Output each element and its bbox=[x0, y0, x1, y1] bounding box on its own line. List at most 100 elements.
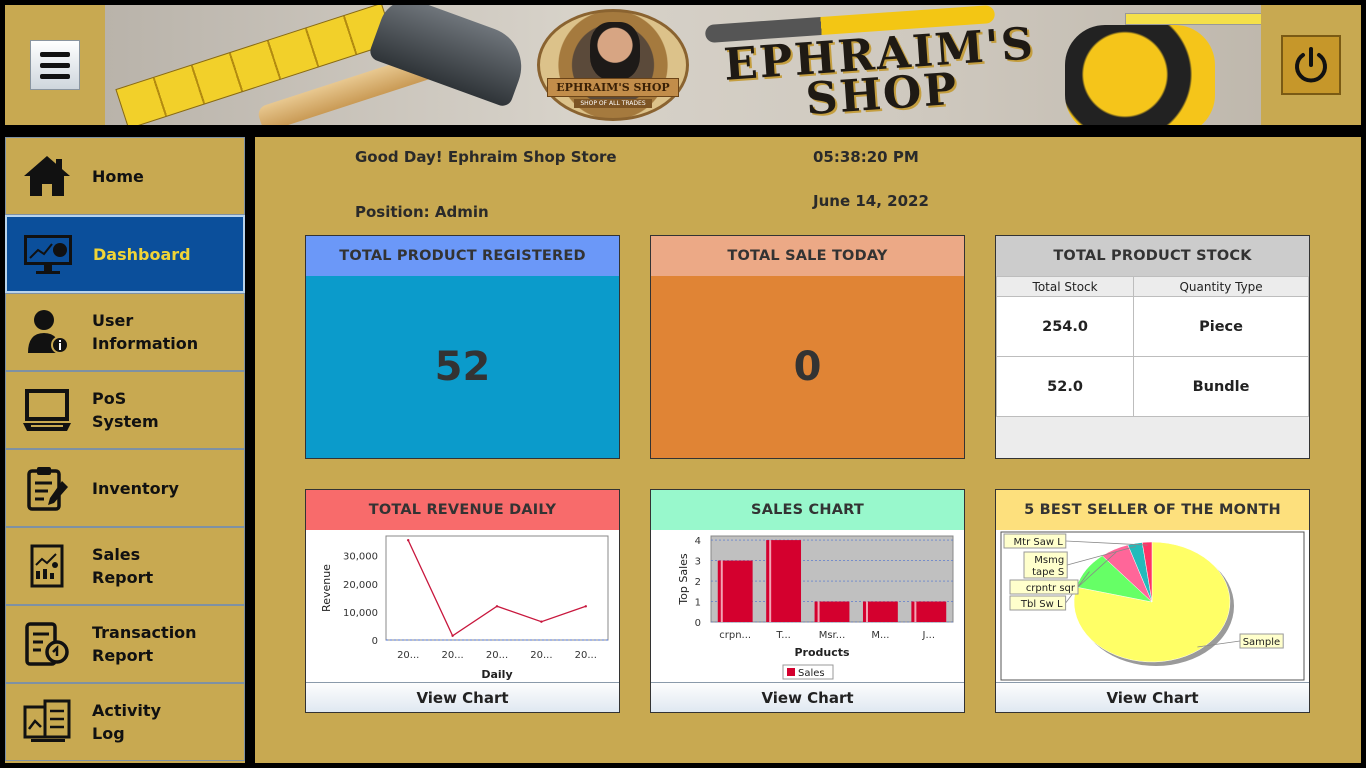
owner-photo bbox=[590, 22, 640, 80]
x-tick-label: 20... bbox=[486, 650, 508, 661]
x-axis-label: Daily bbox=[481, 668, 512, 681]
sidebar-item-activity-log[interactable]: Activity Log bbox=[5, 683, 245, 761]
sidebar-item-label-line2: System bbox=[92, 412, 159, 431]
pie-label: Msmg bbox=[1034, 555, 1064, 566]
greeting-message: Good Day! Ephraim Shop Store bbox=[355, 148, 617, 166]
total-product-stock-card: TOTAL PRODUCT STOCK Total Stock Quantity… bbox=[995, 235, 1310, 459]
sales-bar-highlight bbox=[817, 601, 820, 622]
revenue-chart-area: 0 10,000 20,000 30,000 20... 20... 20... 20... 2… bbox=[306, 530, 619, 682]
laptop-icon bbox=[20, 383, 74, 437]
sales-chart-area: 0 1 2 3 4 crpn... T... Msr... M... J... Products To… bbox=[651, 530, 964, 682]
user-info-icon bbox=[20, 305, 74, 359]
y-axis-label: Revenue bbox=[320, 564, 333, 612]
x-tick-label: 20... bbox=[575, 650, 597, 661]
plot-area bbox=[385, 535, 609, 641]
clock-time: 05:38:20 PM bbox=[813, 148, 919, 166]
column-header[interactable]: Total Stock bbox=[995, 276, 1135, 297]
revenue-point bbox=[451, 634, 454, 637]
y-tick-label: 0 bbox=[372, 636, 378, 647]
sales-bar-highlight bbox=[769, 540, 772, 622]
sidebar-item-user-information[interactable]: User Information bbox=[5, 293, 245, 371]
quantity-type-cell: Piece bbox=[1133, 296, 1309, 357]
x-tick-label: M... bbox=[871, 630, 889, 641]
sales-bar-highlight bbox=[865, 601, 868, 622]
sales-bar-chart: 0 1 2 3 4 crpn... T... Msr... M... J... Products To… bbox=[677, 535, 954, 680]
x-tick-label: 20... bbox=[397, 650, 419, 661]
x-tick-label: T... bbox=[775, 630, 790, 641]
table-header-row: Total Stock Quantity Type bbox=[995, 276, 1309, 297]
x-tick-label: Msr... bbox=[819, 630, 846, 641]
sales-bar-highlight bbox=[914, 601, 917, 622]
y-tick-label: 20,000 bbox=[343, 580, 378, 591]
sales-bar bbox=[862, 601, 898, 622]
y-axis-label: Top Sales bbox=[677, 553, 690, 606]
view-sales-chart-button[interactable]: View Chart bbox=[651, 682, 964, 712]
sidebar-item-label: Transaction bbox=[92, 623, 197, 642]
y-tick-label: 30,000 bbox=[343, 552, 378, 563]
measuring-tape-illustration bbox=[1125, 13, 1261, 25]
sidebar-item-inventory[interactable]: Inventory bbox=[5, 449, 245, 527]
sidebar-item-dashboard[interactable]: Dashboard bbox=[5, 215, 245, 293]
drill-illustration bbox=[1065, 25, 1215, 125]
revenue-line-chart: 0 10,000 20,000 30,000 20... 20... 20... 20... 2… bbox=[320, 535, 609, 681]
pie-label: tape S bbox=[1032, 567, 1064, 578]
revenue-point bbox=[495, 605, 499, 608]
sales-bar-highlight bbox=[720, 560, 723, 622]
card-title: TOTAL SALE TODAY bbox=[651, 236, 964, 276]
quantity-type-cell: Bundle bbox=[1133, 356, 1309, 417]
activity-log-icon bbox=[20, 695, 74, 749]
folding-ruler-illustration bbox=[115, 5, 395, 125]
x-axis-label: Products bbox=[794, 646, 850, 659]
menu-bar-icon bbox=[40, 51, 70, 57]
sidebar-nav: Home Dashboard User Information PoS Syst… bbox=[5, 137, 245, 763]
pie-label: Tbl Sw L bbox=[1020, 599, 1063, 610]
total-sale-today-card: TOTAL SALE TODAY 0 bbox=[650, 235, 965, 459]
legend-label: Sales bbox=[798, 668, 825, 679]
pie-label: Mtr Saw L bbox=[1014, 537, 1064, 548]
sidebar-item-pos-system[interactable]: PoS System bbox=[5, 371, 245, 449]
sidebar-item-home[interactable]: Home bbox=[5, 137, 245, 215]
table-row[interactable]: 52.0 Bundle bbox=[995, 356, 1309, 417]
total-stock-cell: 52.0 bbox=[995, 356, 1135, 417]
total-stock-cell: 254.0 bbox=[995, 296, 1135, 357]
sidebar-item-label: Activity bbox=[92, 701, 161, 720]
best-seller-pie-chart: Sample Tbl Sw L crpntr sqr Msmgtape S Mtr Sa… bbox=[1000, 531, 1305, 681]
logo-name: EPHRAIM'S SHOP bbox=[547, 78, 679, 97]
sidebar-item-label: Home bbox=[92, 166, 144, 186]
x-tick-label: J... bbox=[922, 630, 936, 641]
card-title: TOTAL PRODUCT STOCK bbox=[996, 236, 1309, 276]
sales-bar bbox=[717, 560, 753, 622]
view-best-seller-chart-button[interactable]: View Chart bbox=[996, 682, 1309, 712]
hammer-head-illustration bbox=[367, 5, 533, 109]
sidebar-item-transaction-report[interactable]: Transaction Report bbox=[5, 605, 245, 683]
best-seller-card: 5 BEST SELLER OF THE MONTH Sample Tbl Sw … bbox=[995, 489, 1310, 713]
table-row[interactable]: 254.0 Piece bbox=[995, 296, 1309, 357]
legend-swatch bbox=[787, 668, 795, 676]
card-title: SALES CHART bbox=[651, 490, 964, 530]
x-tick-label: crpn... bbox=[719, 630, 751, 641]
y-tick-label: 0 bbox=[695, 618, 701, 629]
sales-bar bbox=[766, 540, 802, 622]
banner-title: EPHRAIM'S SHOP bbox=[722, 18, 1039, 125]
card-title: 5 BEST SELLER OF THE MONTH bbox=[996, 490, 1309, 530]
clipboard-icon bbox=[20, 461, 74, 515]
column-header[interactable]: Quantity Type bbox=[1133, 276, 1309, 297]
best-seller-chart-area: Sample Tbl Sw L crpntr sqr Msmg tape S Mtr Sa… bbox=[996, 530, 1309, 682]
y-tick-label: 2 bbox=[695, 577, 701, 588]
sales-bar bbox=[911, 601, 947, 622]
header-bar: EPHRAIM'S SHOP SHOP OF ALL TRADES EPHRAI… bbox=[5, 5, 1361, 125]
y-tick-label: 4 bbox=[695, 536, 701, 547]
y-tick-label: 10,000 bbox=[343, 608, 378, 619]
pie-label: Sample bbox=[1243, 637, 1281, 648]
dashboard-panel: Good Day! Ephraim Shop Store Position: A… bbox=[255, 137, 1361, 763]
sidebar-item-label: Sales bbox=[92, 545, 141, 564]
y-tick-label: 1 bbox=[695, 598, 701, 609]
view-revenue-chart-button[interactable]: View Chart bbox=[306, 682, 619, 712]
sidebar-item-sales-report[interactable]: Sales Report bbox=[5, 527, 245, 605]
total-sale-today-value: 0 bbox=[651, 276, 964, 458]
hamburger-menu-button[interactable] bbox=[30, 40, 80, 90]
logout-power-button[interactable] bbox=[1281, 35, 1341, 95]
power-icon bbox=[1295, 47, 1327, 83]
current-date: June 14, 2022 bbox=[813, 192, 929, 210]
total-product-registered-value: 52 bbox=[306, 276, 619, 458]
